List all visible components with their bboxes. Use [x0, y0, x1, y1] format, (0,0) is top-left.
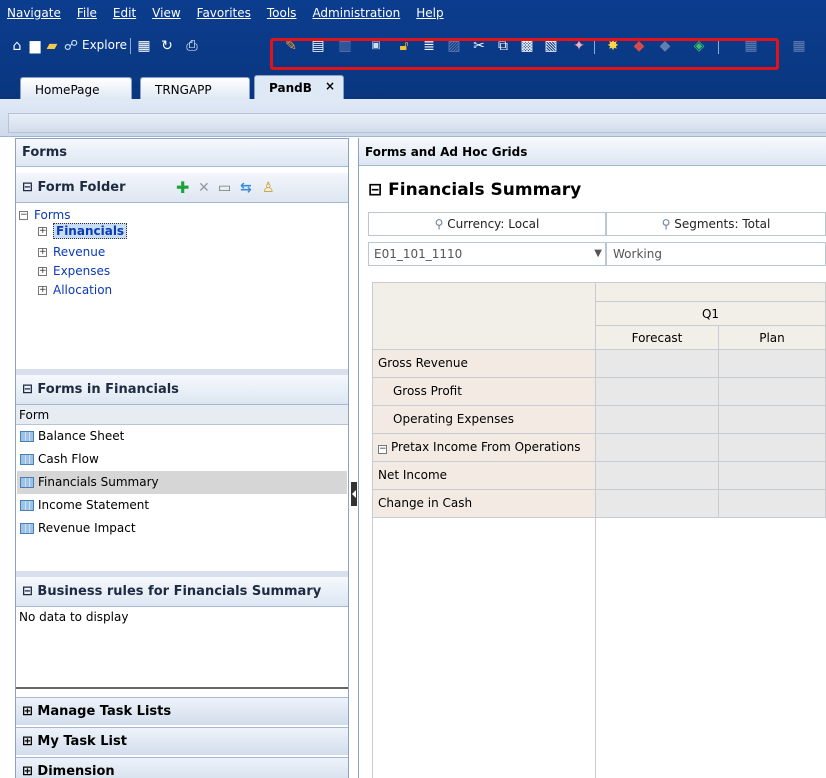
- tree-item-label: Financials: [53, 223, 128, 239]
- refresh-user-icon[interactable]: ☍: [62, 37, 80, 55]
- toolbar: ⌂ ▆ ▰ ☍ Explore ▦ ↻ ⎙ ✎ ▤ ▥ ▣ 🔓︎ ≣ ▨ ✂ ⧉…: [0, 28, 826, 72]
- tab-trngapp[interactable]: TRNGAPP: [140, 77, 250, 101]
- tab-label: PandB: [269, 81, 312, 95]
- member-icon: ⚲: [661, 217, 675, 231]
- row-header-net-income[interactable]: Net Income: [372, 462, 596, 490]
- form-item-financials-summary[interactable]: Financials Summary: [17, 471, 347, 494]
- forms-panel: Forms ⊟ Form Folder ✚ ✕ ▭ ⇆ ♙ − Forms + Fi…: [15, 138, 349, 778]
- form-item-income-statement[interactable]: Income Statement: [17, 494, 347, 517]
- top-bar: Navigate File Edit View Favorites Tools …: [0, 0, 826, 103]
- explore-button[interactable]: Explore: [82, 38, 127, 52]
- menu-administration[interactable]: Administration: [305, 6, 409, 20]
- data-cell[interactable]: [596, 434, 719, 462]
- pov-currency[interactable]: ⚲ Currency: Local: [368, 212, 606, 236]
- manage-task-lists-bar[interactable]: ⊞ Manage Task Lists: [16, 697, 348, 725]
- data-cell[interactable]: [719, 490, 826, 518]
- dimension-bar[interactable]: ⊞ Dimension: [16, 757, 348, 778]
- collapse-left-panel-handle[interactable]: [351, 482, 357, 506]
- tree-item-label: Expenses: [53, 264, 111, 278]
- tree-item-financials[interactable]: + Financials: [38, 223, 128, 239]
- menu-navigate[interactable]: Navigate: [0, 6, 70, 20]
- grid-icon: [20, 523, 34, 534]
- data-cell[interactable]: [719, 406, 826, 434]
- data-cell[interactable]: [719, 462, 826, 490]
- data-cell[interactable]: [596, 378, 719, 406]
- form-item-revenue-impact[interactable]: Revenue Impact: [17, 517, 347, 540]
- refresh-icon[interactable]: ↻: [158, 37, 176, 55]
- menu-tools[interactable]: Tools: [260, 6, 306, 20]
- data-cell[interactable]: [719, 350, 826, 378]
- forms-grid-header: Forms and Ad Hoc Grids: [359, 138, 826, 166]
- tab-label: HomePage: [35, 83, 100, 97]
- menu-view[interactable]: View: [145, 6, 189, 20]
- add-folder-icon[interactable]: ✚: [176, 173, 189, 203]
- column-header-plan[interactable]: Plan: [719, 326, 826, 350]
- menu-file[interactable]: File: [70, 6, 106, 20]
- row-header-gross-revenue[interactable]: Gross Revenue: [372, 350, 596, 378]
- tree-item-allocation[interactable]: + Allocation: [38, 283, 112, 297]
- tab-pandb[interactable]: PandB ×: [254, 75, 344, 102]
- tree-root[interactable]: − Forms: [19, 208, 70, 222]
- data-cell[interactable]: [719, 378, 826, 406]
- business-rules-header[interactable]: ⊟ Business rules for Financials Summary: [16, 577, 348, 607]
- grid-icon: [20, 500, 34, 511]
- grid-icon: [20, 477, 34, 488]
- folder-open-icon[interactable]: ▰: [44, 37, 60, 55]
- rename-folder-icon[interactable]: ▭: [218, 173, 231, 203]
- assign-access-icon[interactable]: ♙: [262, 173, 275, 203]
- grid-icon: [20, 431, 34, 442]
- tree-item-revenue[interactable]: + Revenue: [38, 245, 105, 259]
- chevron-down-icon[interactable]: ▼: [594, 243, 602, 265]
- menu-favorites[interactable]: Favorites: [190, 6, 260, 20]
- column-header-period[interactable]: Q1: [596, 302, 826, 326]
- tree-item-label: Allocation: [53, 283, 113, 297]
- pov-segments[interactable]: ⚲ Segments: Total: [606, 212, 826, 236]
- form-folder-tree: − Forms + Financials + Revenue + Expenses + A…: [16, 205, 348, 369]
- menu-bar: Navigate File Edit View Favorites Tools …: [0, 0, 826, 26]
- grid-icon: [20, 454, 34, 465]
- tree-item-expenses[interactable]: + Expenses: [38, 264, 110, 278]
- delete-folder-icon[interactable]: ✕: [198, 173, 210, 203]
- document-icon[interactable]: ▆: [26, 37, 44, 55]
- tree-root-label: Forms: [34, 208, 71, 222]
- tab-homepage[interactable]: HomePage: [20, 77, 132, 101]
- data-cell[interactable]: [719, 434, 826, 462]
- row-header-operating-expenses[interactable]: Operating Expenses: [372, 406, 596, 434]
- data-cell[interactable]: [596, 350, 719, 378]
- data-cell[interactable]: [596, 406, 719, 434]
- tree-item-label: Revenue: [53, 245, 106, 259]
- menu-edit[interactable]: Edit: [106, 6, 145, 20]
- business-rules-empty: No data to display: [16, 607, 348, 689]
- entity-dropdown[interactable]: E01_101_1110 ▼: [368, 242, 606, 266]
- row-header-gross-profit[interactable]: Gross Profit: [372, 378, 596, 406]
- scenario-field[interactable]: Working: [606, 242, 826, 266]
- close-icon[interactable]: ×: [325, 74, 335, 98]
- forms-panel-header: Forms: [16, 139, 348, 167]
- grid-icon[interactable]: ▦: [135, 37, 153, 55]
- form-item-balance-sheet[interactable]: Balance Sheet: [17, 425, 347, 448]
- print-icon[interactable]: ⎙: [183, 37, 201, 55]
- home-icon[interactable]: ⌂: [8, 37, 26, 55]
- grid-dim2-icon[interactable]: ▦: [790, 37, 808, 55]
- menu-help[interactable]: Help: [409, 6, 452, 20]
- form-folder-header[interactable]: ⊟ Form Folder ✚ ✕ ▭ ⇆ ♙: [16, 173, 348, 203]
- move-folder-icon[interactable]: ⇆: [240, 173, 252, 203]
- forms-in-financials-header[interactable]: ⊟ Forms in Financials: [16, 375, 348, 405]
- tab-label: TRNGAPP: [155, 83, 212, 97]
- member-icon: ⚲: [434, 217, 448, 231]
- collapse-icon[interactable]: −: [378, 445, 387, 454]
- form-column-header[interactable]: Form: [16, 405, 348, 425]
- column-header-forecast[interactable]: Forecast: [596, 326, 719, 350]
- toolbar-band: [0, 103, 826, 137]
- form-item-cash-flow[interactable]: Cash Flow: [17, 448, 347, 471]
- toolbar-highlight-box: [270, 38, 779, 70]
- my-task-list-bar[interactable]: ⊞ My Task List: [16, 727, 348, 755]
- row-header-change-in-cash[interactable]: Change in Cash: [372, 490, 596, 518]
- data-cell[interactable]: [596, 490, 719, 518]
- row-header-pretax-income[interactable]: − Pretax Income From Operations: [372, 434, 596, 462]
- form-title[interactable]: ⊟ Financials Summary: [368, 180, 581, 200]
- data-cell[interactable]: [596, 462, 719, 490]
